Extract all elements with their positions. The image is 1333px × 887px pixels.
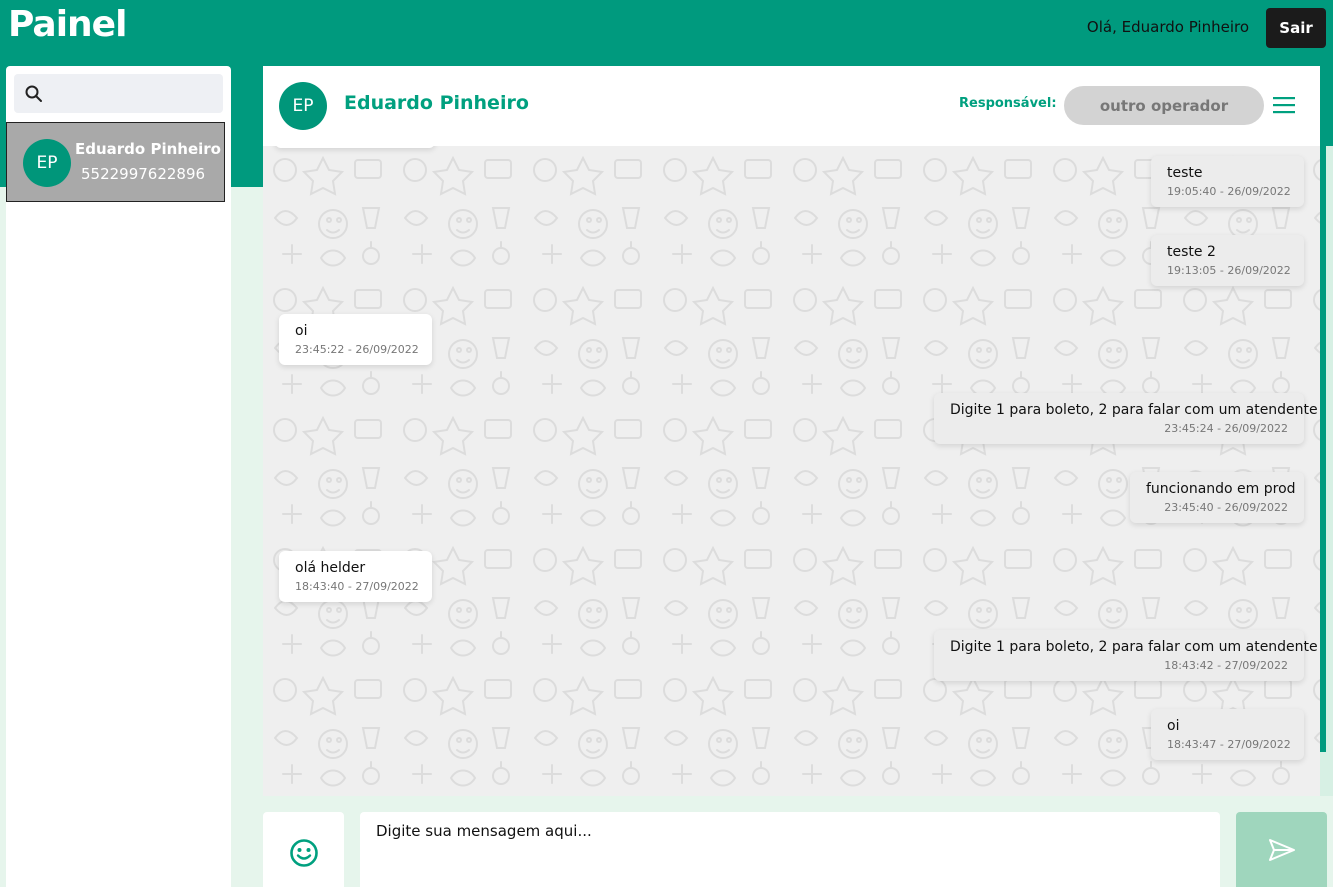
- message-text: oi: [295, 323, 308, 339]
- send-button[interactable]: [1236, 812, 1327, 887]
- message-bubble-partial: [275, 146, 435, 148]
- message-bubble-outgoing: oi 18:43:47 - 27/09/2022: [1151, 709, 1304, 760]
- logout-button[interactable]: Sair: [1266, 8, 1326, 48]
- message-text: teste 2: [1167, 244, 1216, 260]
- send-icon: [1269, 839, 1295, 861]
- message-text: Digite 1 para boleto, 2 para falar com u…: [950, 402, 1318, 418]
- contact-name: Eduardo Pinheiro: [75, 140, 221, 158]
- message-time: 18:43:47 - 27/09/2022: [1167, 738, 1291, 751]
- chat-scrollbar-thumb[interactable]: [1320, 146, 1326, 752]
- app-title: Painel: [8, 4, 127, 45]
- message-text: teste: [1167, 165, 1203, 181]
- emoji-icon: [290, 839, 318, 867]
- message-time: 19:13:05 - 26/09/2022: [1167, 264, 1291, 277]
- message-time: 18:43:40 - 27/09/2022: [295, 580, 419, 593]
- message-bubble-outgoing: teste 2 19:13:05 - 26/09/2022: [1151, 235, 1304, 286]
- message-bubble-incoming: olá helder 18:43:40 - 27/09/2022: [279, 551, 432, 602]
- emoji-button[interactable]: [263, 812, 344, 887]
- menu-icon[interactable]: [1273, 96, 1295, 114]
- message-input[interactable]: [360, 812, 1220, 887]
- message-text: funcionando em prod: [1146, 481, 1296, 497]
- search-input[interactable]: [54, 74, 219, 113]
- chat-messages[interactable]: teste 19:05:40 - 26/09/2022 teste 2 19:1…: [263, 146, 1320, 796]
- message-time: 23:45:22 - 26/09/2022: [295, 343, 419, 356]
- message-time: 18:43:42 - 27/09/2022: [1164, 659, 1288, 672]
- search-icon: [25, 85, 42, 102]
- search-box[interactable]: [14, 74, 223, 113]
- user-greeting: Olá, Eduardo Pinheiro: [1086, 18, 1249, 36]
- avatar: EP: [23, 139, 71, 187]
- message-bubble-outgoing: teste 19:05:40 - 26/09/2022: [1151, 156, 1304, 207]
- sidebar: EP Eduardo Pinheiro 5522997622896: [6, 66, 231, 887]
- message-bubble-outgoing: Digite 1 para boleto, 2 para falar com u…: [934, 393, 1318, 444]
- message-time: 19:05:40 - 26/09/2022: [1167, 185, 1291, 198]
- message-time: 23:45:24 - 26/09/2022: [1164, 422, 1288, 435]
- message-bubble-outgoing: funcionando em prod 23:45:40 - 26/09/202…: [1130, 472, 1304, 523]
- message-bubble-incoming: oi 23:45:22 - 26/09/2022: [279, 314, 432, 365]
- chat-avatar: EP: [279, 82, 327, 130]
- chat-contact-name: Eduardo Pinheiro: [344, 92, 529, 114]
- message-text: Digite 1 para boleto, 2 para falar com u…: [950, 639, 1318, 655]
- message-bubble-outgoing: Digite 1 para boleto, 2 para falar com u…: [934, 630, 1318, 681]
- responsible-label: Responsável:: [959, 96, 1057, 111]
- contact-phone: 5522997622896: [81, 165, 206, 183]
- message-text: olá helder: [295, 560, 366, 576]
- contact-list-item[interactable]: EP Eduardo Pinheiro 5522997622896: [6, 122, 225, 202]
- chat-header: EP Eduardo Pinheiro Responsável: outro o…: [263, 66, 1320, 146]
- operator-select[interactable]: outro operador: [1064, 86, 1264, 125]
- message-text: oi: [1167, 718, 1180, 734]
- message-time: 23:45:40 - 26/09/2022: [1164, 501, 1288, 514]
